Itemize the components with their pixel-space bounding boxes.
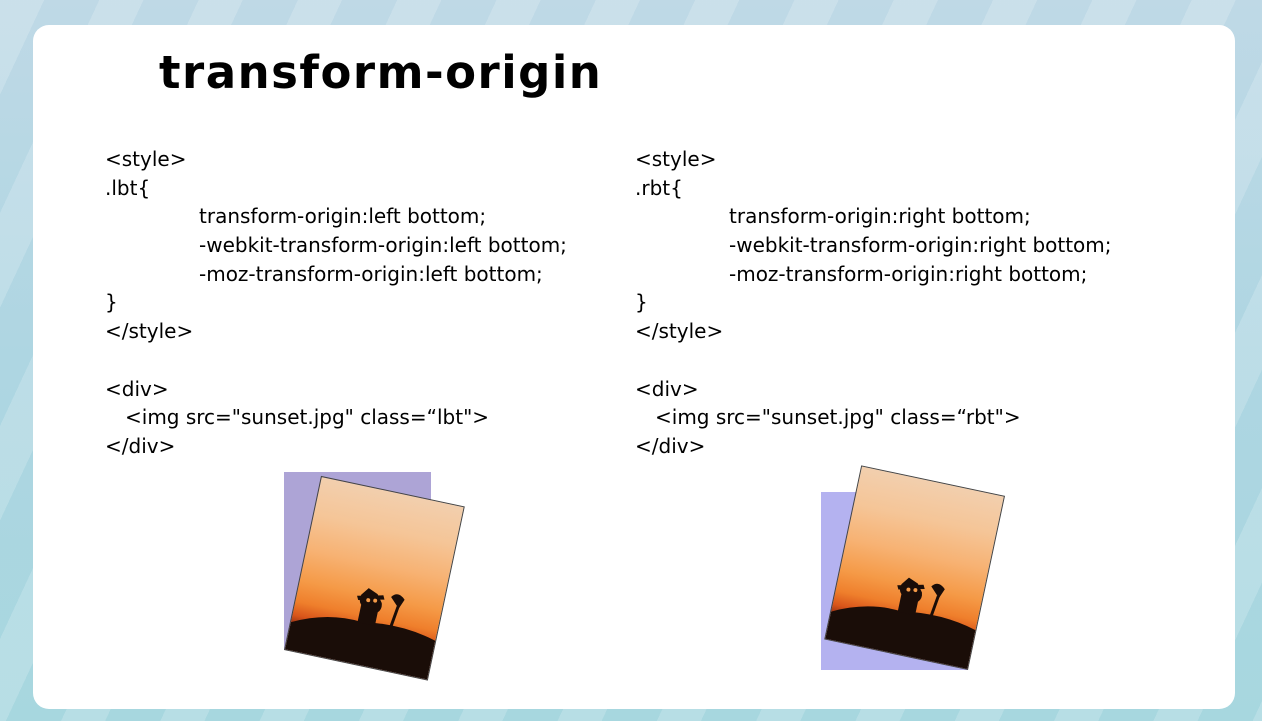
code-line: <style> (105, 147, 187, 171)
code-line: <div> (105, 376, 169, 401)
code-line: <img src="sunset.jpg" class=“rbt"> (655, 405, 1021, 430)
code-line: -moz-transform-origin:right bottom; (729, 261, 1088, 286)
code-line: </style> (105, 319, 194, 344)
slide-title: transform-origin (159, 46, 603, 99)
left-transform-demo (255, 457, 515, 687)
code-line: </style> (635, 319, 724, 344)
code-line: .lbt{ (105, 175, 151, 200)
slide-card: transform-origin <style> .lbt{ transform-o… (33, 25, 1235, 709)
code-line: .rbt{ (635, 175, 683, 200)
code-line: -webkit-transform-origin:right bottom; (729, 233, 1112, 258)
code-line: -webkit-transform-origin:left bottom; (199, 233, 567, 258)
code-line: -moz-transform-origin:left bottom; (199, 261, 543, 286)
code-line: transform-origin:left bottom; (199, 204, 487, 229)
right-code-block: <style> .rbt{ transform-origin:right botto… (635, 145, 1112, 461)
code-line: <div> (635, 376, 699, 401)
code-line: } (105, 290, 118, 315)
code-line: } (635, 290, 648, 315)
code-line: <img src="sunset.jpg" class=“lbt"> (125, 405, 490, 430)
code-line: transform-origin:right bottom; (729, 204, 1031, 229)
code-line: <style> (635, 147, 717, 171)
left-code-block: <style> .lbt{ transform-origin:left bottom… (105, 145, 567, 461)
right-transform-demo (788, 457, 1048, 687)
